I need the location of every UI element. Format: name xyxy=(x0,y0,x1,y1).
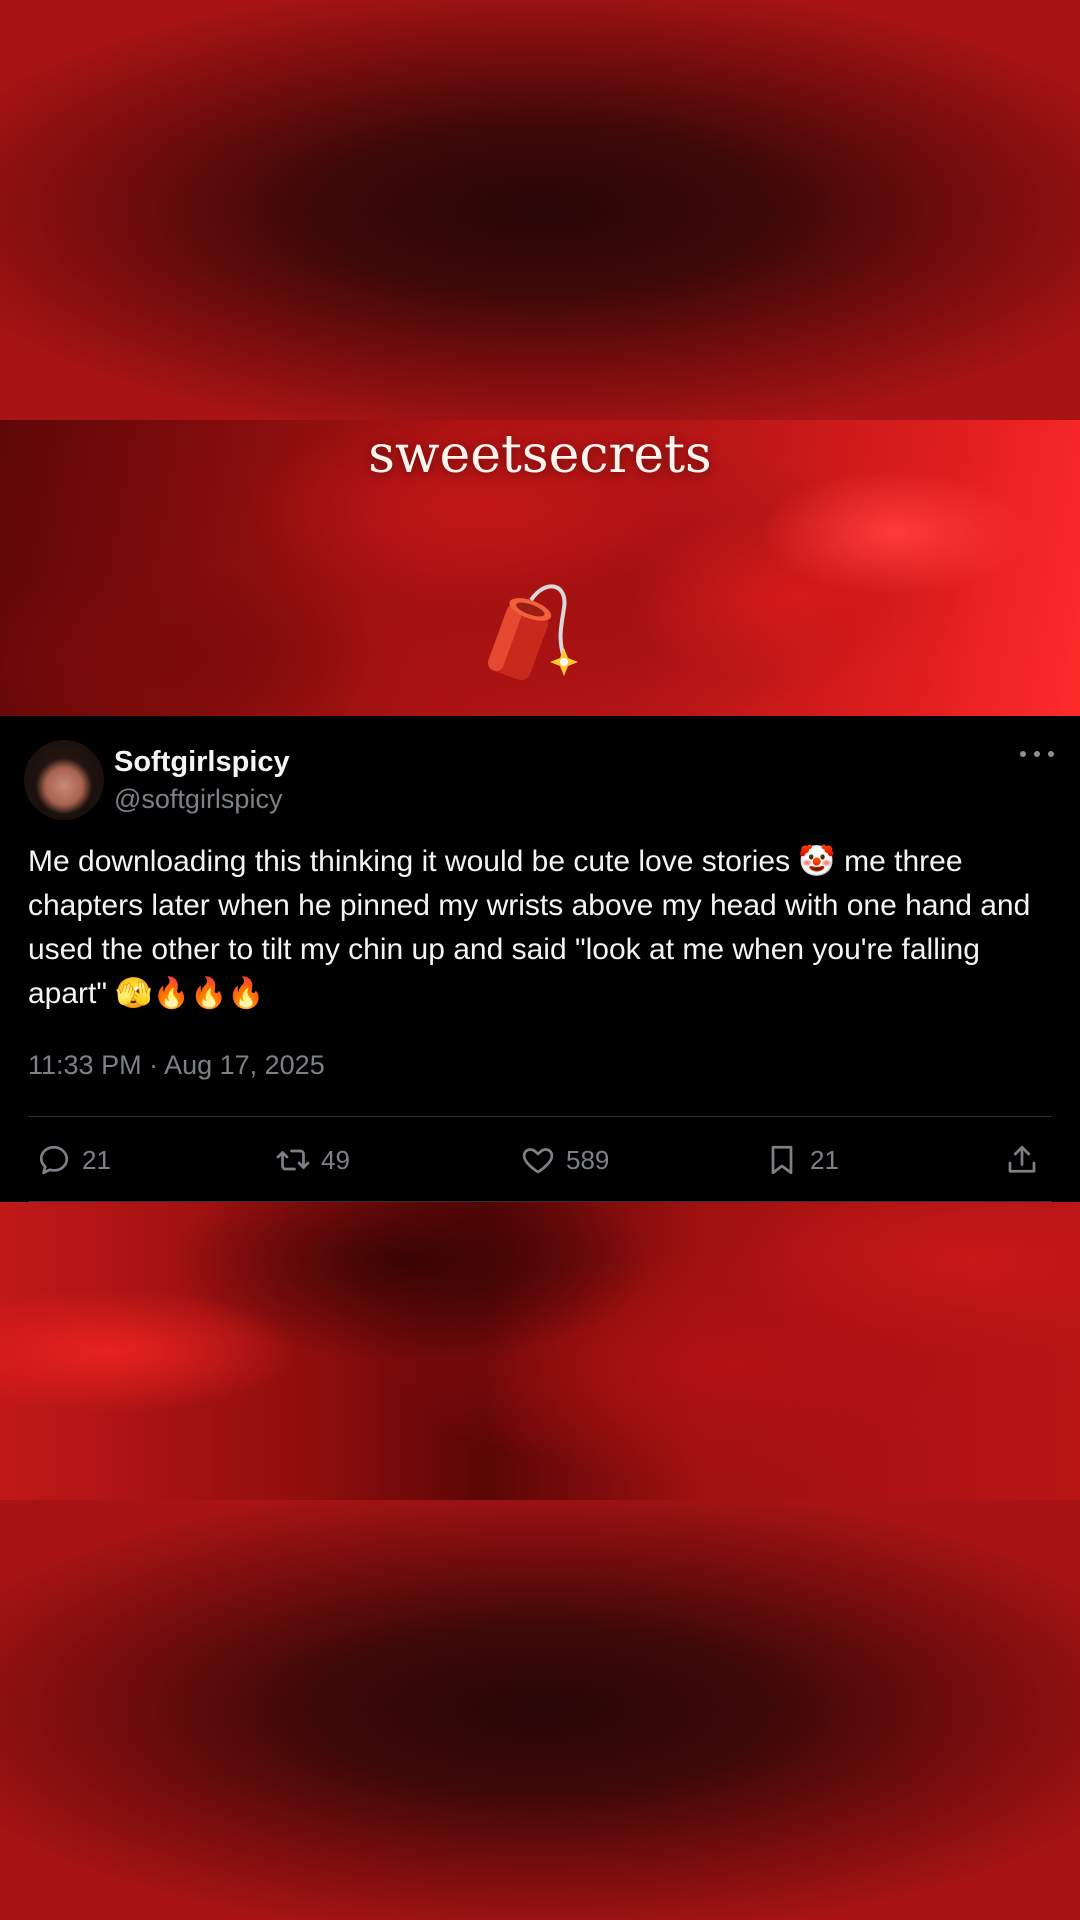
like-count: 589 xyxy=(566,1144,610,1175)
reply-button[interactable]: 21 xyxy=(36,1140,111,1180)
repost-button[interactable]: 49 xyxy=(275,1140,350,1180)
background-top-gradient xyxy=(0,0,1080,420)
user-handle[interactable]: @softgirlspicy xyxy=(114,784,282,815)
tweet-text: Me downloading this thinking it would be… xyxy=(28,845,1031,1010)
more-dots-icon[interactable] xyxy=(1020,744,1054,764)
reply-count: 21 xyxy=(82,1144,111,1175)
firecracker-icon xyxy=(487,584,578,680)
comment-bubble-icon xyxy=(39,1145,69,1175)
tweet-timestamp[interactable]: 11:33 PM · Aug 17, 2025 xyxy=(28,1050,325,1081)
divider xyxy=(28,1116,1052,1117)
bookmark-button[interactable]: 21 xyxy=(764,1140,839,1180)
share-button[interactable] xyxy=(1004,1140,1050,1180)
repost-count: 49 xyxy=(321,1144,350,1175)
heart-icon xyxy=(522,1148,554,1174)
repost-arrows-icon xyxy=(276,1149,310,1171)
share-upload-icon xyxy=(1008,1145,1036,1173)
bookmark-count: 21 xyxy=(810,1144,839,1175)
bookmark-icon xyxy=(771,1145,793,1175)
avatar[interactable] xyxy=(24,740,104,820)
brand-title: sweetsecrets xyxy=(368,425,712,485)
footer-photo xyxy=(0,1202,1080,1500)
display-name[interactable]: Softgirlspicy xyxy=(114,746,290,779)
background-bottom-gradient xyxy=(0,1500,1080,1920)
tweet-card[interactable]: Softgirlspicy @softgirlspicy Me download… xyxy=(0,716,1080,1202)
like-button[interactable]: 589 xyxy=(520,1140,609,1180)
